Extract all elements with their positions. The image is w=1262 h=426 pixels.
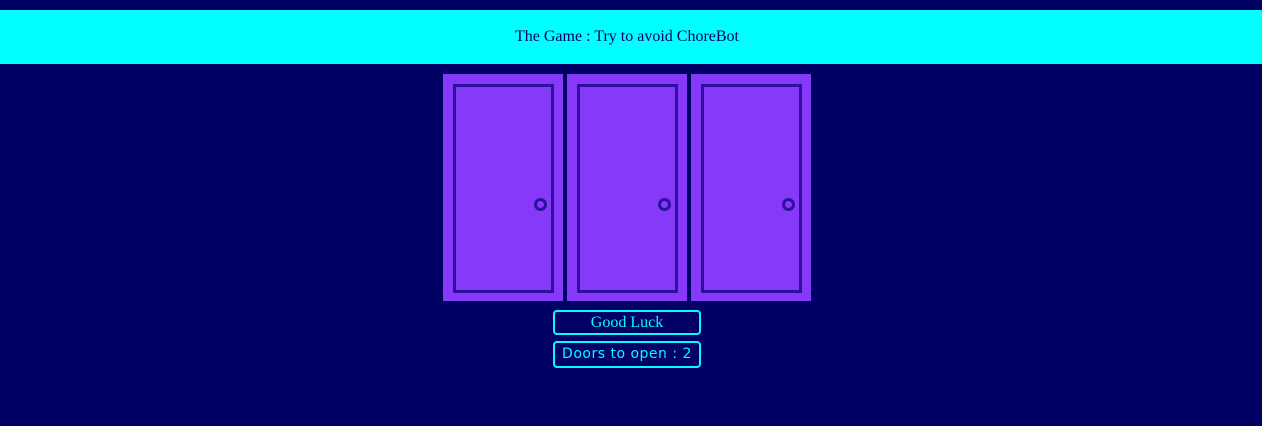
door-knob-icon (534, 198, 547, 211)
door-knob-icon (658, 198, 671, 211)
page-title: The Game : Try to avoid ChoreBot (515, 28, 739, 45)
door-frame (701, 84, 802, 293)
door-2[interactable] (567, 74, 687, 301)
good-luck-button[interactable]: Good Luck (553, 310, 701, 335)
title-bar: The Game : Try to avoid ChoreBot (0, 10, 1262, 64)
door-frame (453, 84, 554, 293)
door-1[interactable] (443, 74, 563, 301)
doors-to-open-counter: Doors to open : 2 (553, 341, 701, 368)
door-3[interactable] (691, 74, 811, 301)
door-knob-icon (782, 198, 795, 211)
door-frame (577, 84, 678, 293)
